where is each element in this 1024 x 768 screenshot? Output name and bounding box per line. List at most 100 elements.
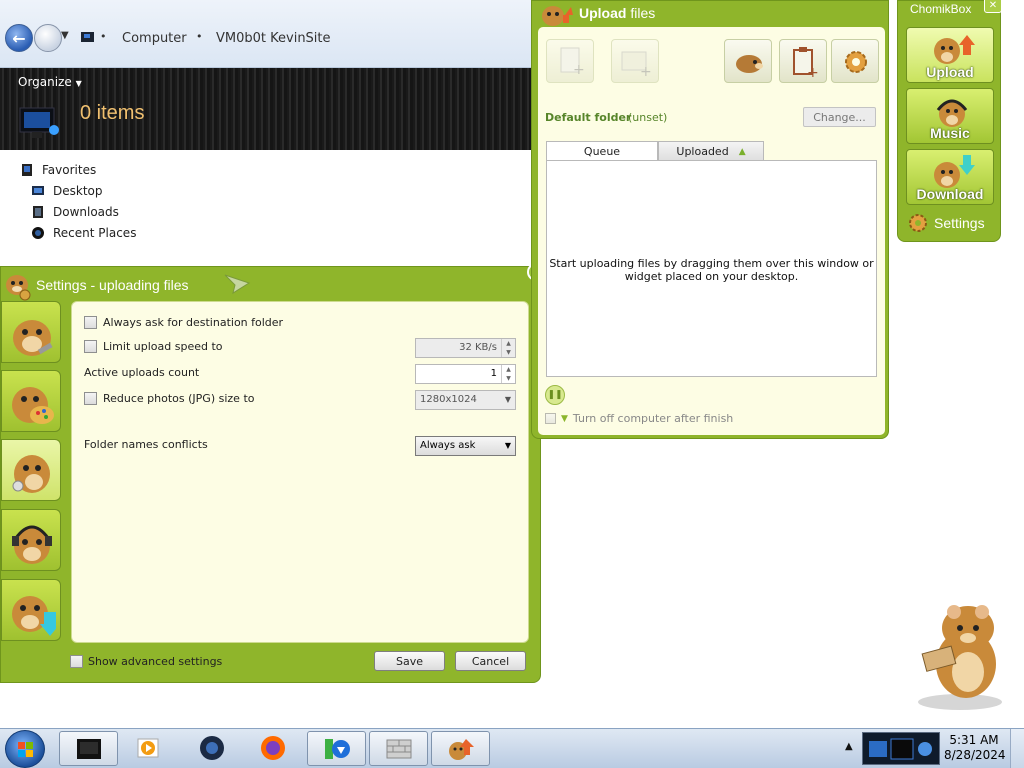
hamster-upload-icon xyxy=(12,455,50,493)
active-uploads-label: Active uploads count xyxy=(84,366,200,379)
add-folder-button[interactable]: + xyxy=(611,39,659,83)
system-clock[interactable]: 5:31 AM 8/28/2024 xyxy=(944,733,1006,763)
settings-tab-download[interactable] xyxy=(1,579,61,641)
media-player-icon xyxy=(137,738,159,758)
notification-tray[interactable] xyxy=(862,732,940,765)
taskbar-firefox[interactable] xyxy=(244,731,303,766)
items-count: 0 items xyxy=(80,102,145,124)
folder-conflicts-label: Folder names conflicts xyxy=(84,438,208,451)
taskbar: ▲ 5:31 AM 8/28/2024 xyxy=(0,728,1024,768)
upload-speed-spinner: 32 KB/s ▲ ▼ xyxy=(415,338,516,358)
photo-size-value: 1280x1024 xyxy=(420,394,477,405)
organize-label: Organize xyxy=(18,75,72,89)
paste-button[interactable]: + xyxy=(779,39,827,83)
upload-title-rest: files xyxy=(626,5,656,21)
widget-close-button[interactable]: ✕ xyxy=(984,0,1002,13)
organize-menu[interactable]: Organize ▼ xyxy=(18,75,82,89)
queue-message-line: Start uploading files by dragging them o… xyxy=(549,257,874,270)
pause-button[interactable]: ❚❚ xyxy=(545,385,565,405)
widget-upload-button[interactable]: Upload xyxy=(906,27,994,83)
queue-empty-message: Start uploading files by dragging them o… xyxy=(547,257,876,283)
taskbar-chomikbox[interactable] xyxy=(431,731,490,766)
default-folder-label: Default folder xyxy=(545,111,632,124)
desktop-hamster-widget-icon[interactable] xyxy=(908,602,1008,712)
default-folder-value: (unset) xyxy=(628,111,668,124)
reduce-photos-row[interactable]: Reduce photos (JPG) size to xyxy=(84,392,255,405)
turn-off-after-finish[interactable]: ▼ Turn off computer after finish xyxy=(545,412,733,425)
breadcrumb-computer[interactable]: Computer xyxy=(122,31,187,46)
active-uploads-row: Active uploads count xyxy=(84,366,199,379)
hamster-headphones-icon xyxy=(12,525,52,564)
widget-settings-link[interactable]: Settings xyxy=(908,213,985,233)
triangle-down-icon: ▼ xyxy=(561,413,568,424)
reduce-photos-label: Reduce photos (JPG) size to xyxy=(103,392,255,405)
add-folder-icon: + xyxy=(621,51,652,80)
back-arrow-icon: ← xyxy=(12,28,26,48)
settings-tab-appearance[interactable] xyxy=(1,370,61,432)
taskbar-explorer[interactable] xyxy=(59,731,118,766)
cancel-button[interactable]: Cancel xyxy=(455,651,526,671)
pause-icon: ❚❚ xyxy=(547,390,563,400)
nav-recent-places[interactable]: Recent Places xyxy=(31,226,136,240)
upload-files-window: Upload files + + + Default folder (unset… xyxy=(531,0,889,439)
firefox-icon xyxy=(261,736,285,760)
upload-title-bold: Upload xyxy=(579,5,627,21)
save-button[interactable]: Save xyxy=(374,651,445,671)
spinner-arrows-icon[interactable]: ▲ ▼ xyxy=(501,365,515,383)
folder-conflicts-select[interactable]: Always ask ▼ xyxy=(415,436,516,456)
tab-uploaded-label: Uploaded xyxy=(676,145,729,158)
explorer-icon xyxy=(77,739,101,759)
hamster-account-button[interactable] xyxy=(724,39,772,83)
queue-list[interactable]: Start uploading files by dragging them o… xyxy=(546,160,877,377)
taskbar-download-manager[interactable] xyxy=(307,731,366,766)
taskbar-app-wall[interactable] xyxy=(369,731,428,766)
explorer-toolbar: Organize ▼ 0 items xyxy=(0,68,532,150)
settings-tab-music[interactable] xyxy=(1,509,61,571)
download-manager-icon xyxy=(325,739,350,759)
settings-window-title: Settings - uploading files xyxy=(36,277,189,293)
nav-desktop[interactable]: Desktop xyxy=(31,184,103,198)
add-file-button[interactable]: + xyxy=(546,39,594,83)
hamster-download-icon xyxy=(12,596,56,636)
taskbar-app-globe[interactable] xyxy=(183,731,242,766)
taskbar-media-player[interactable] xyxy=(120,731,179,766)
chevron-down-icon: ▼ xyxy=(504,395,511,404)
settings-tab-general[interactable] xyxy=(1,301,61,363)
reduce-photos-checkbox[interactable] xyxy=(84,392,97,405)
forward-button[interactable] xyxy=(34,24,62,52)
active-uploads-spinner[interactable]: 1 ▲ ▼ xyxy=(415,364,516,384)
always-ask-row[interactable]: Always ask for destination folder xyxy=(84,316,283,329)
gear-icon xyxy=(909,214,927,232)
widget-music-button[interactable]: Music xyxy=(906,88,994,144)
breadcrumb-folder[interactable]: VM0b0t KevinSite xyxy=(216,31,331,46)
tray-expand-icon[interactable]: ▲ xyxy=(845,741,853,752)
settings-tab-uploading[interactable] xyxy=(1,439,61,501)
widget-title: ChomikBox xyxy=(910,2,972,16)
widget-download-button[interactable]: Download xyxy=(906,149,994,205)
favorites-icon xyxy=(22,164,32,176)
always-ask-checkbox[interactable] xyxy=(84,316,97,329)
nav-favorites[interactable]: Favorites xyxy=(20,163,96,177)
show-advanced-settings[interactable]: Show advanced settings xyxy=(70,655,222,668)
limit-speed-checkbox[interactable] xyxy=(84,340,97,353)
back-button[interactable]: ← xyxy=(5,24,33,52)
change-folder-button[interactable]: Change... xyxy=(803,107,876,127)
recent-pages-dropdown-icon[interactable]: ▼ xyxy=(61,30,69,41)
chomikbox-settings-logo-icon xyxy=(6,275,31,301)
chomikbox-upload-logo-icon xyxy=(542,6,573,26)
tab-uploaded[interactable]: Uploaded ▲ xyxy=(658,141,764,161)
brick-wall-icon xyxy=(386,739,412,759)
upload-window-title: Upload files xyxy=(579,5,655,21)
nav-downloads[interactable]: Downloads xyxy=(31,205,119,219)
show-advanced-checkbox[interactable] xyxy=(70,655,83,668)
upload-settings-button[interactable] xyxy=(831,39,879,83)
show-desktop-button[interactable] xyxy=(1010,729,1024,768)
turn-off-checkbox[interactable] xyxy=(545,413,556,424)
tab-queue[interactable]: Queue xyxy=(546,141,658,161)
show-advanced-label: Show advanced settings xyxy=(88,655,223,668)
svg-text:+: + xyxy=(640,64,652,80)
upload-speed-value: 32 KB/s xyxy=(459,342,497,353)
settings-panel: Always ask for destination folder Limit … xyxy=(71,301,529,643)
limit-speed-row[interactable]: Limit upload speed to xyxy=(84,340,223,353)
start-button[interactable] xyxy=(5,730,45,768)
